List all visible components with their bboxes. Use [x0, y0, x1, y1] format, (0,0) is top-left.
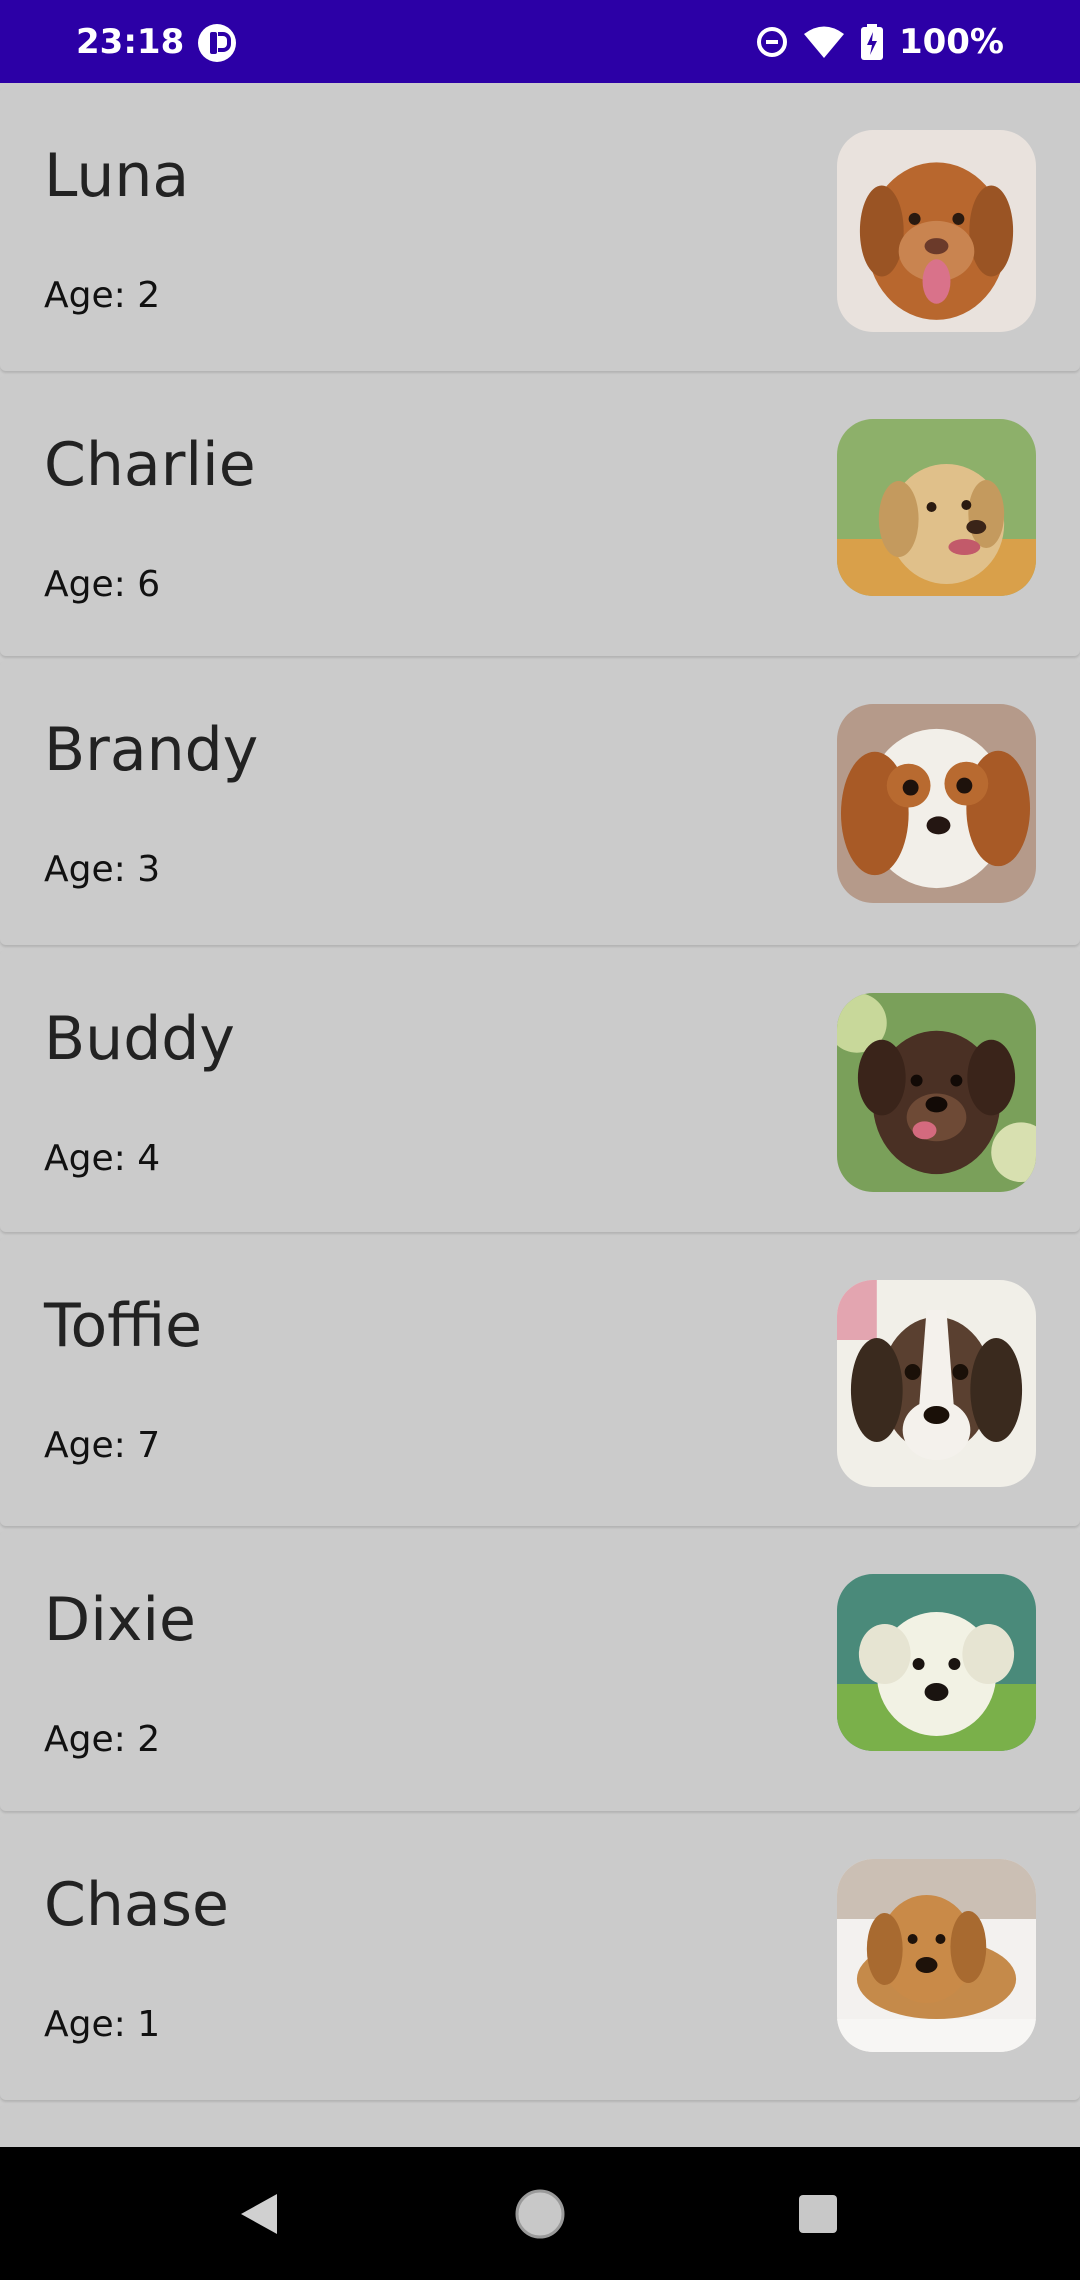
wifi-icon [803, 25, 845, 59]
dog-name: Charlie [44, 430, 256, 500]
dog-name: Luna [44, 141, 190, 211]
status-bar: 23:18 100% [0, 0, 1080, 83]
dog-card-toffie[interactable]: Toffie Age: 7 [0, 1236, 1080, 1526]
dog-age: Age: 4 [44, 1138, 161, 1179]
navigation-bar [0, 2147, 1080, 2280]
dog-photo [837, 419, 1036, 596]
dog-card-buddy[interactable]: Buddy Age: 4 [0, 949, 1080, 1232]
dog-card-chase[interactable]: Chase Age: 1 [0, 1815, 1080, 2100]
dog-name: Dixie [44, 1585, 196, 1655]
status-time: 23:18 [76, 22, 185, 62]
dog-age: Age: 7 [44, 1425, 161, 1466]
dog-list[interactable]: Luna Age: 2 Charlie Age: 6 Brandy Age: 3… [0, 83, 1080, 2147]
dog-photo [837, 130, 1036, 332]
dog-age: Age: 2 [44, 1719, 161, 1760]
dog-photo [837, 993, 1036, 1192]
dog-card-luna[interactable]: Luna Age: 2 [0, 86, 1080, 371]
recents-icon[interactable] [778, 2177, 858, 2251]
dog-name: Brandy [44, 715, 259, 785]
back-icon[interactable] [219, 2177, 299, 2251]
dog-card-charlie[interactable]: Charlie Age: 6 [0, 375, 1080, 656]
dog-name: Chase [44, 1870, 229, 1940]
dog-photo [837, 1280, 1036, 1487]
do-not-disturb-icon [756, 27, 787, 57]
dog-photo [837, 1859, 1036, 2052]
dog-age: Age: 2 [44, 275, 161, 316]
dog-photo [837, 1574, 1036, 1751]
home-icon[interactable] [500, 2177, 580, 2251]
status-indicators: 100% [756, 20, 1004, 64]
dog-photo [837, 704, 1036, 903]
dog-name: Buddy [44, 1004, 235, 1074]
battery-percent: 100% [898, 22, 1004, 62]
dog-age: Age: 1 [44, 2004, 161, 2045]
dog-name: Toffie [44, 1291, 203, 1361]
app-badge-icon [198, 24, 236, 62]
dog-age: Age: 3 [44, 849, 161, 890]
dog-card-dixie[interactable]: Dixie Age: 2 [0, 1530, 1080, 1811]
dog-age: Age: 6 [44, 564, 161, 605]
dog-card-brandy[interactable]: Brandy Age: 3 [0, 660, 1080, 945]
dog-card-partial[interactable] [0, 2104, 1080, 2147]
battery-charging-icon [860, 24, 883, 60]
